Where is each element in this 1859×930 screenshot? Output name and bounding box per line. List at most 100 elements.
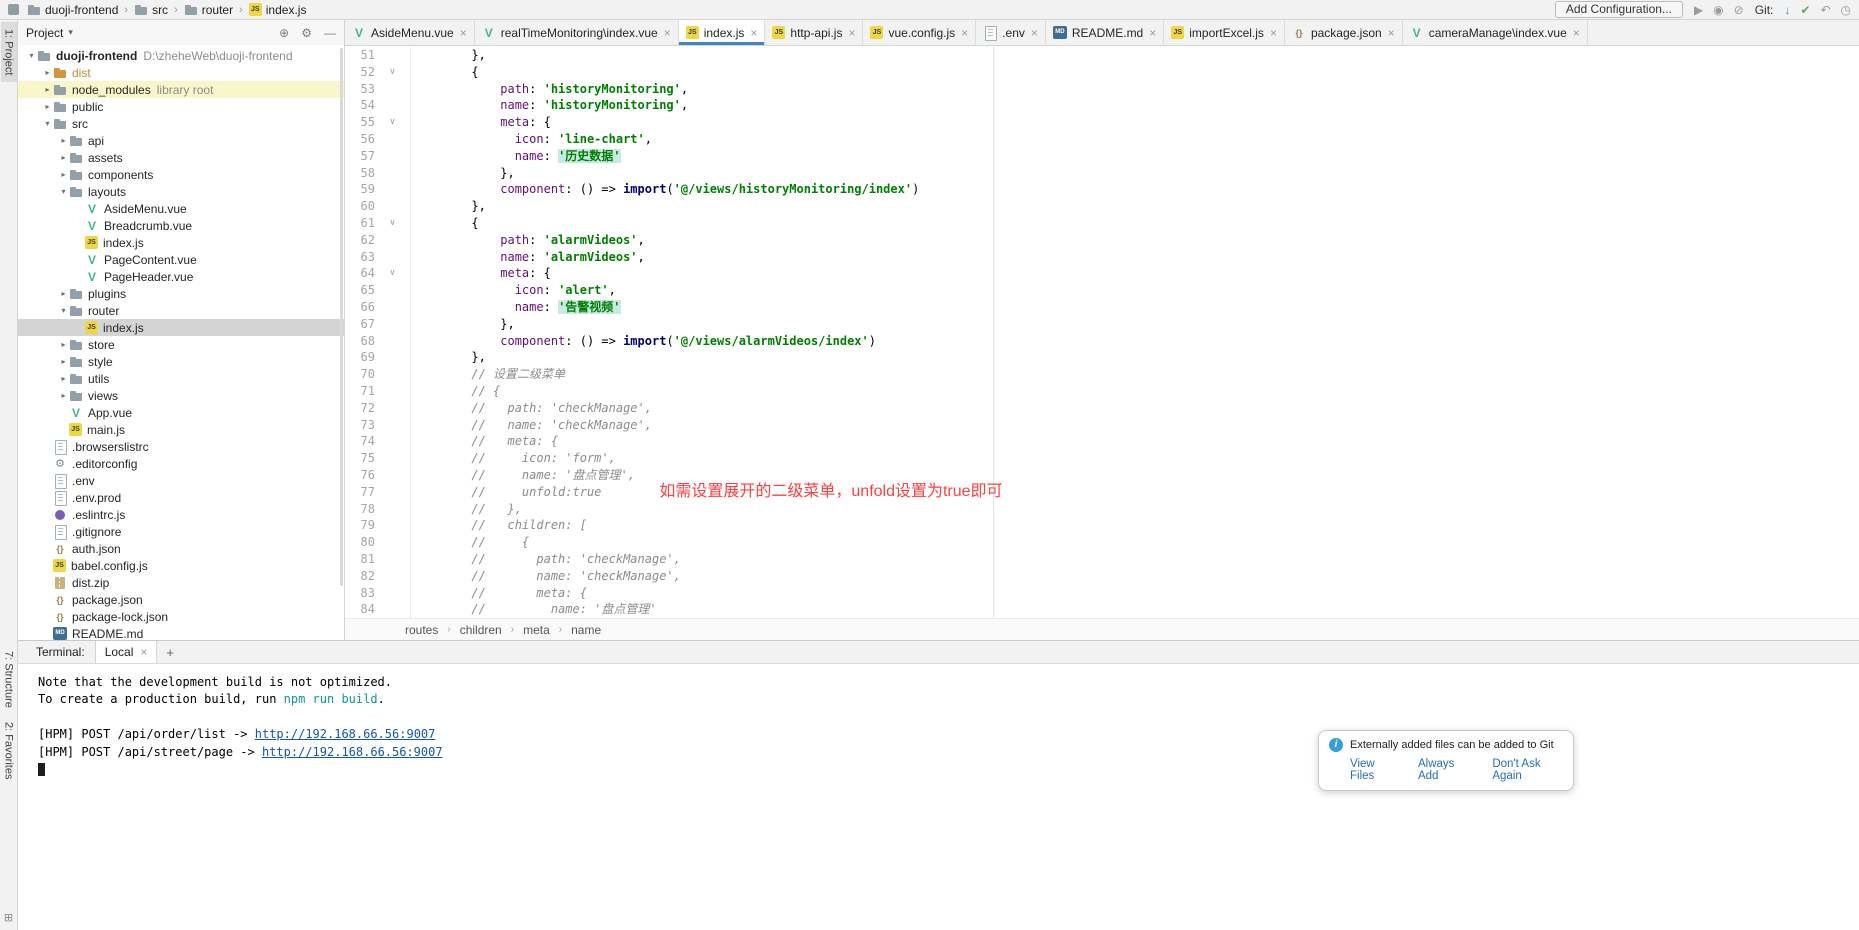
chevron-down-icon[interactable]: ▾ (68, 27, 73, 38)
tree-item-assets[interactable]: ▸assets (18, 149, 344, 166)
tree-item-package-lock-json[interactable]: {}package-lock.json (18, 608, 344, 625)
editor-tab-package-json[interactable]: {}package.json× (1285, 20, 1403, 45)
breadcrumb-item-src[interactable]: src (132, 3, 170, 17)
expand-arrow-icon[interactable]: ▸ (58, 391, 69, 400)
tree-item-app-vue[interactable]: VApp.vue (18, 404, 344, 421)
tree-item-store[interactable]: ▸store (18, 336, 344, 353)
tree-item-utils[interactable]: ▸utils (18, 370, 344, 387)
tree-item-router[interactable]: ▾router (18, 302, 344, 319)
collapse-arrow-icon[interactable]: ▾ (58, 187, 69, 196)
code-line-60[interactable]: 60 }, (345, 198, 1859, 215)
code-line-72[interactable]: 72 // path: 'checkManage', (345, 400, 1859, 417)
breadcrumb-item-router[interactable]: router (182, 3, 235, 17)
code-line-81[interactable]: 81 // path: 'checkManage', (345, 551, 1859, 568)
fold-arrow-icon[interactable]: ∨ (375, 215, 411, 232)
code-line-66[interactable]: 66 name: '告警视频' (345, 299, 1859, 316)
close-tab-icon[interactable]: × (848, 26, 855, 40)
editor-tab-env[interactable]: .env× (976, 20, 1046, 45)
project-panel-title[interactable]: Project (26, 26, 63, 40)
code-line-83[interactable]: 83 // meta: { (345, 585, 1859, 602)
code-line-82[interactable]: 82 // name: 'checkManage', (345, 568, 1859, 585)
notification-action-view-files[interactable]: View Files (1350, 758, 1396, 782)
tree-item-style[interactable]: ▸style (18, 353, 344, 370)
tree-item-env-prod[interactable]: .env.prod (18, 489, 344, 506)
tree-item-babel-config-js[interactable]: JSbabel.config.js (18, 557, 344, 574)
tree-item-api[interactable]: ▸api (18, 132, 344, 149)
code-line-65[interactable]: 65 icon: 'alert', (345, 282, 1859, 299)
expand-arrow-icon[interactable]: ▸ (58, 170, 69, 179)
tree-item-pageheader-vue[interactable]: VPageHeader.vue (18, 268, 344, 285)
debug-icon[interactable]: ◉ (1713, 3, 1723, 17)
code-line-55[interactable]: 55∨ meta: { (345, 114, 1859, 131)
tree-item-asidemenu-vue[interactable]: VAsideMenu.vue (18, 200, 344, 217)
close-tab-icon[interactable]: × (1388, 26, 1395, 40)
code-line-75[interactable]: 75 // icon: 'form', (345, 450, 1859, 467)
tree-item-breadcrumb-vue[interactable]: VBreadcrumb.vue (18, 217, 344, 234)
code-line-71[interactable]: 71 // { (345, 383, 1859, 400)
code-line-59[interactable]: 59 component: () => import('@/views/hist… (345, 181, 1859, 198)
tree-item-index-js[interactable]: JSindex.js (18, 319, 344, 336)
code-line-69[interactable]: 69 }, (345, 349, 1859, 366)
code-line-64[interactable]: 64∨ meta: { (345, 265, 1859, 282)
close-tab-icon[interactable]: × (460, 26, 467, 40)
tree-item-readme-md[interactable]: MDREADME.md (18, 625, 344, 640)
tree-item-index-js[interactable]: JSindex.js (18, 234, 344, 251)
code-line-76[interactable]: 76 // name: '盘点管理', (345, 467, 1859, 484)
terminal-link[interactable]: http://192.168.66.56:9007 (255, 727, 436, 741)
tree-item-dist-zip[interactable]: dist.zip (18, 574, 344, 591)
locate-icon[interactable]: ⊕ (279, 26, 289, 40)
tool-windows-icon[interactable]: ⊞ (4, 911, 13, 924)
close-tab-icon[interactable]: × (961, 26, 968, 40)
collapse-arrow-icon[interactable]: ▾ (26, 51, 37, 60)
close-tab-icon[interactable]: × (1031, 26, 1038, 40)
tree-item-public[interactable]: ▸public (18, 98, 344, 115)
tree-item-main-js[interactable]: JSmain.js (18, 421, 344, 438)
code-line-61[interactable]: 61∨ { (345, 215, 1859, 232)
code-line-80[interactable]: 80 // { (345, 534, 1859, 551)
expand-arrow-icon[interactable]: ▸ (58, 374, 69, 383)
tool-stripe-1-project[interactable]: 1: Project (1, 22, 17, 82)
editor-tab-index-js[interactable]: JSindex.js× (679, 20, 766, 45)
editor-breadcrumb-meta[interactable]: meta (523, 623, 550, 637)
tree-item-browserslistrc[interactable]: .browserslistrc (18, 438, 344, 455)
code-line-68[interactable]: 68 component: () => import('@/views/alar… (345, 333, 1859, 350)
tree-item-auth-json[interactable]: {}auth.json (18, 540, 344, 557)
tool-stripe-7-structure[interactable]: 7: Structure (1, 644, 17, 715)
expand-arrow-icon[interactable]: ▸ (58, 289, 69, 298)
collapse-arrow-icon[interactable]: ▾ (42, 119, 53, 128)
editor-tab-asidemenu-vue[interactable]: VAsideMenu.vue× (345, 20, 475, 45)
editor-breadcrumb-name[interactable]: name (571, 623, 601, 637)
expand-arrow-icon[interactable]: ▸ (58, 136, 69, 145)
editor-tab-http-api-js[interactable]: JShttp-api.js× (765, 20, 863, 45)
terminal-tab-local[interactable]: Local × (95, 641, 158, 663)
collapse-arrow-icon[interactable]: ▾ (58, 306, 69, 315)
expand-arrow-icon[interactable]: ▸ (42, 85, 53, 94)
history-icon[interactable]: ◷ (1841, 3, 1851, 17)
tree-item-src[interactable]: ▾src (18, 115, 344, 132)
new-terminal-icon[interactable]: + (157, 641, 183, 663)
hide-icon[interactable]: — (324, 26, 336, 40)
tree-item-plugins[interactable]: ▸plugins (18, 285, 344, 302)
tree-item-duoji-frontend[interactable]: ▾duoji-frontendD:\zheheWeb\duoji-fronten… (18, 47, 344, 64)
expand-arrow-icon[interactable]: ▸ (42, 68, 53, 77)
expand-arrow-icon[interactable]: ▸ (58, 153, 69, 162)
editor-tab-vue-config-js[interactable]: JSvue.config.js× (863, 20, 976, 45)
expand-arrow-icon[interactable]: ▸ (58, 340, 69, 349)
tool-stripe-2-favorites[interactable]: 2: Favorites (1, 715, 17, 786)
close-tab-icon[interactable]: × (1149, 26, 1156, 40)
close-tab-icon[interactable]: × (750, 26, 757, 40)
code-line-73[interactable]: 73 // name: 'checkManage', (345, 417, 1859, 434)
close-tab-icon[interactable]: × (1573, 26, 1580, 40)
code-line-67[interactable]: 67 }, (345, 316, 1859, 333)
close-tab-icon[interactable]: × (1270, 26, 1277, 40)
code-line-58[interactable]: 58 }, (345, 165, 1859, 182)
terminal-output[interactable]: Note that the development build is not o… (18, 664, 1859, 930)
tree-item-layouts[interactable]: ▾layouts (18, 183, 344, 200)
code-line-54[interactable]: 54 name: 'historyMonitoring', (345, 97, 1859, 114)
tree-item-node-modules[interactable]: ▸node_moduleslibrary root (18, 81, 344, 98)
code-line-52[interactable]: 52∨ { (345, 64, 1859, 81)
tree-item-package-json[interactable]: {}package.json (18, 591, 344, 608)
tree-item-eslintrc-js[interactable]: .eslintrc.js (18, 506, 344, 523)
editor-tab-cameramanage-index-vue[interactable]: VcameraManage\index.vue× (1403, 20, 1588, 45)
update-icon[interactable]: ↓ (1784, 3, 1790, 17)
